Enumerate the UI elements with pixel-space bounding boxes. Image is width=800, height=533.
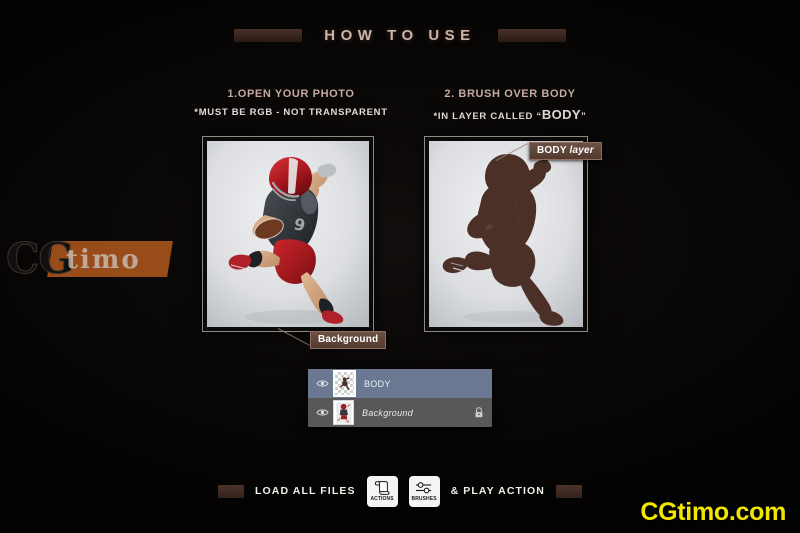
layer-row-body[interactable]: BODY <box>308 369 492 398</box>
bottom-bar-right-decoration <box>556 484 582 498</box>
step-2-note-suffix: ” <box>581 111 587 122</box>
play-action-label: & PLAY ACTION <box>450 485 545 497</box>
layer-thumbnail-body[interactable] <box>333 370 356 397</box>
eye-glyph <box>315 380 329 387</box>
eye-icon[interactable] <box>314 379 330 388</box>
body-layer-callout-label: BODY <box>537 145 570 156</box>
step-1: 1.OPEN YOUR PHOTO *MUST BE RGB - NOT TRA… <box>186 88 396 118</box>
cgtimo-com-logo: CGtimo.com <box>640 498 786 526</box>
scroll-icon <box>374 481 390 495</box>
actions-button[interactable]: ACTIONS <box>366 475 398 507</box>
body-layer-callout-italic: layer <box>569 145 594 156</box>
layer-name-background: Background <box>362 407 414 418</box>
header-bar-left <box>234 28 303 42</box>
actions-button-caption: ACTIONS <box>370 496 394 502</box>
background-callout-label: Background <box>318 334 379 345</box>
photo-original: 9 <box>207 141 369 327</box>
header-bar-right <box>497 28 566 42</box>
football-player-photo: 9 <box>207 141 369 327</box>
load-all-files-label: LOAD ALL FILES <box>254 485 356 497</box>
thumbnail-figure <box>339 376 350 390</box>
photo-brushed <box>429 141 583 327</box>
brushes-button-caption: BRUSHES <box>411 495 437 502</box>
poster-canvas: HOW TO USE 1.OPEN YOUR PHOTO *MUST BE RG… <box>0 0 800 533</box>
layer-row-background[interactable]: Background <box>308 398 492 427</box>
layer-thumbnail-background[interactable] <box>333 400 354 425</box>
lock-glyph <box>475 407 483 418</box>
page-title: HOW TO USE <box>324 26 476 44</box>
step-2-note-prefix: *IN LAYER CALLED “ <box>433 111 542 122</box>
cgtimo-watermark: CG timo <box>4 232 176 288</box>
eye-icon[interactable] <box>314 408 330 417</box>
watermark-cg-text: CG <box>5 234 74 284</box>
step-1-note-text: *MUST BE RGB - NOT TRANSPARENT <box>194 107 388 118</box>
watermark-timo-text: timo <box>66 245 141 275</box>
background-callout: Background <box>310 331 387 349</box>
sliders-icon <box>416 481 432 493</box>
body-layer-callout: BODY layer <box>529 142 602 160</box>
photo-frame-brushed <box>424 136 588 332</box>
step-1-note: *MUST BE RGB - NOT TRANSPARENT <box>186 107 396 118</box>
eye-glyph <box>315 409 329 416</box>
bottom-bar-left-decoration <box>217 484 244 498</box>
step-2-note-emphasis: BODY <box>541 107 582 122</box>
body-silhouette <box>429 141 583 327</box>
layers-panel[interactable]: BODY Background <box>308 369 492 427</box>
lock-icon <box>472 407 486 418</box>
step-1-heading: 1.OPEN YOUR PHOTO <box>227 88 355 100</box>
step-2-note: *IN LAYER CALLED “BODY” <box>410 107 610 122</box>
thumbnail-photo <box>335 402 352 423</box>
page-header: HOW TO USE <box>0 22 800 48</box>
step-2-heading: 2. BRUSH OVER BODY <box>444 88 576 100</box>
layer-name-body: BODY <box>364 378 391 389</box>
brushes-button[interactable]: BRUSHES <box>408 475 440 507</box>
step-2: 2. BRUSH OVER BODY *IN LAYER CALLED “BOD… <box>410 88 610 122</box>
photo-frame-original: 9 <box>202 136 374 332</box>
